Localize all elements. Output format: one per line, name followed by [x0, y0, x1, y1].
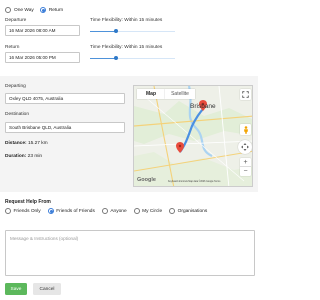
- return-flex-label: Time Flexibility: Within 15 minutes: [90, 45, 163, 50]
- distance-row: Distance: 15.27 km: [5, 141, 48, 146]
- return-datetime-value: 16 Mar 2026 05:00 PM: [9, 55, 56, 60]
- help-option-radio[interactable]: [101, 208, 108, 214]
- return-flex-slider[interactable]: [90, 56, 175, 61]
- help-option-radio[interactable]: [169, 208, 176, 214]
- message-placeholder: Message & Instructions (optional): [10, 236, 79, 241]
- return-radio[interactable]: [39, 7, 46, 13]
- help-option-label: Organisations: [177, 208, 208, 214]
- help-title: Request Help From: [5, 199, 51, 205]
- help-option-label: Anyone: [110, 208, 127, 214]
- map-attribution: Keyboard shortcuts Map data ©2026 Google…: [168, 181, 221, 183]
- zoom-controls: + −: [240, 158, 251, 176]
- help-option-label: Friends Only: [13, 208, 41, 214]
- map-tab-map[interactable]: Map: [137, 89, 165, 99]
- one-way-radio[interactable]: [5, 7, 11, 13]
- map-tab-satellite[interactable]: Satellite: [165, 89, 195, 99]
- map-canvas[interactable]: [134, 86, 253, 187]
- map-pan-control[interactable]: [238, 140, 252, 154]
- departure-datetime-value: 16 Mar 2026 08:00 AM: [9, 28, 56, 33]
- help-option-radio[interactable]: [5, 208, 11, 214]
- help-options: Friends Only Friends of Friends Anyone My C…: [5, 208, 214, 214]
- return-label-heading: Return: [5, 45, 20, 50]
- destination-label: Destination: [5, 112, 29, 117]
- help-option-label: Friends of Friends: [56, 208, 95, 214]
- distance-label: Distance:: [5, 141, 27, 146]
- departing-label: Departing: [5, 84, 26, 89]
- return-flex-thumb[interactable]: [113, 56, 118, 60]
- departing-input[interactable]: Oxley QLD 4075, Australia: [5, 93, 125, 104]
- route-map[interactable]: Brisbane Map Satellite + − Google Keyboa…: [133, 85, 253, 187]
- return-datetime-input[interactable]: 16 Mar 2026 05:00 PM: [5, 52, 80, 63]
- destination-input[interactable]: South Brisbane QLD, Australia: [5, 122, 125, 133]
- zoom-out-button[interactable]: −: [240, 167, 251, 176]
- distance-value: 15.27 km: [27, 141, 48, 146]
- help-option-radio[interactable]: [47, 208, 54, 214]
- help-option-label: My Circle: [142, 208, 163, 214]
- departure-flex-slider[interactable]: [90, 29, 175, 34]
- duration-label: Duration:: [5, 154, 27, 159]
- cancel-button[interactable]: Cancel: [33, 283, 61, 295]
- zoom-in-button[interactable]: +: [240, 158, 251, 167]
- departing-value: Oxley QLD 4075, Australia: [9, 96, 64, 101]
- departure-flex-thumb[interactable]: [113, 29, 118, 33]
- departure-label: Departure: [5, 18, 27, 23]
- help-option-radio[interactable]: [133, 208, 140, 214]
- trip-type-group: One Way Return: [5, 7, 63, 13]
- fullscreen-icon[interactable]: [240, 89, 251, 100]
- departure-flex-label: Time Flexibility: Within 15 minutes: [90, 18, 163, 23]
- destination-value: South Brisbane QLD, Australia: [9, 125, 72, 130]
- google-logo: Google: [137, 177, 156, 183]
- duration-row: Duration: 23 min: [5, 154, 42, 159]
- return-label: Return: [48, 7, 64, 13]
- save-button[interactable]: Save: [5, 283, 27, 295]
- one-way-label: One Way: [14, 7, 34, 13]
- pegman-icon[interactable]: [240, 124, 251, 135]
- duration-value: 23 min: [27, 154, 43, 159]
- message-textarea[interactable]: Message & Instructions (optional): [5, 230, 255, 276]
- departure-datetime-input[interactable]: 16 Mar 2026 08:00 AM: [5, 25, 80, 36]
- map-city-label: Brisbane: [190, 103, 216, 110]
